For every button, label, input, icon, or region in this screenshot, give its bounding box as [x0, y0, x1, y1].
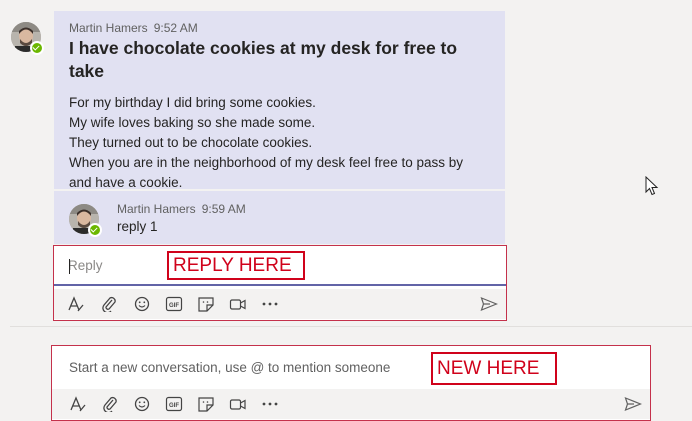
gif-icon[interactable]: GIF [165, 396, 183, 412]
attach-icon[interactable] [101, 396, 119, 412]
thread-divider [54, 189, 505, 191]
reply-toolbar: GIF [54, 289, 506, 319]
emoji-icon[interactable] [133, 396, 151, 412]
sticker-icon[interactable] [197, 396, 215, 412]
more-options-icon[interactable] [261, 396, 279, 412]
post-author[interactable]: Martin Hamers [69, 21, 148, 35]
presence-available-icon [88, 223, 102, 237]
new-conversation-composer: GIF [51, 345, 651, 421]
mouse-pointer-icon [645, 175, 659, 201]
reply-author[interactable]: Martin Hamers [117, 202, 196, 216]
new-conversation-input[interactable] [52, 346, 650, 388]
attach-icon[interactable] [100, 296, 118, 312]
section-divider [10, 326, 692, 327]
conversation-thread: Martin Hamers 9:52 AM I have chocolate co… [54, 11, 505, 244]
reply-author-avatar[interactable] [69, 204, 102, 237]
reply-here-annotation: REPLY HERE [167, 251, 305, 280]
reply-meta: Martin Hamers 9:59 AM [117, 202, 246, 216]
post-time: 9:52 AM [153, 21, 198, 35]
send-icon[interactable] [624, 396, 643, 412]
svg-text:GIF: GIF [169, 303, 179, 309]
gif-icon[interactable]: GIF [165, 296, 183, 312]
sticker-icon[interactable] [197, 296, 215, 312]
post-body-line: When you are in the neighborhood of my d… [69, 155, 463, 170]
author-avatar[interactable] [11, 22, 44, 55]
format-icon[interactable] [67, 296, 85, 312]
post-body-line: They turned out to be chocolate cookies. [69, 135, 313, 150]
text-caret [69, 259, 70, 274]
meet-now-icon[interactable] [229, 296, 247, 312]
post-meta: Martin Hamers 9:52 AM [69, 21, 198, 35]
post-title: I have chocolate cookies at my desk for … [69, 38, 458, 81]
presence-available-icon [30, 41, 44, 55]
new-here-annotation: NEW HERE [431, 352, 557, 385]
svg-text:GIF: GIF [169, 403, 179, 409]
new-conversation-toolbar: GIF [52, 389, 650, 419]
more-options-icon[interactable] [261, 296, 279, 312]
post-body-line: My wife loves baking so she made some. [69, 115, 316, 130]
post-body: For my birthday I did bring some cookies… [69, 93, 494, 193]
send-icon[interactable] [480, 296, 499, 312]
meet-now-icon[interactable] [229, 396, 247, 412]
reply-time: 9:59 AM [201, 202, 246, 216]
emoji-icon[interactable] [133, 296, 151, 312]
format-icon[interactable] [69, 396, 87, 412]
reply-text: reply 1 [117, 219, 158, 234]
post-body-line: For my birthday I did bring some cookies… [69, 95, 316, 110]
